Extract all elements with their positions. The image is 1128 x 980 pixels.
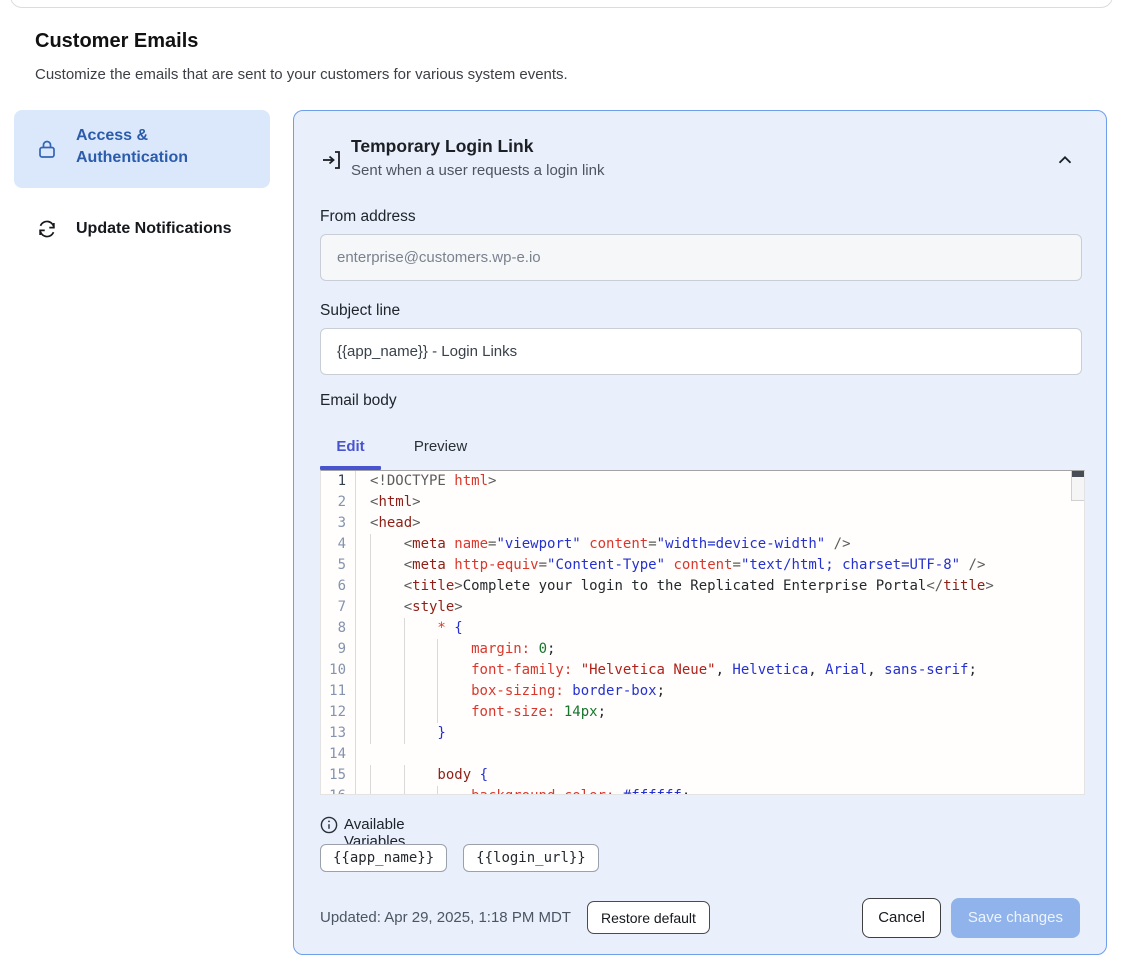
sidebar-item-label: Access & Authentication [76,125,256,170]
code-line: 7<style> [321,597,1084,618]
line-number: 8 [321,618,356,639]
line-number: 3 [321,513,356,534]
tab-preview[interactable]: Preview [403,427,478,466]
line-number: 4 [321,534,356,555]
variable-chip[interactable]: {{login_url}} [463,844,599,872]
code-line: 14 [321,744,1084,765]
from-address-input[interactable] [320,234,1082,281]
refresh-icon [36,218,58,240]
email-body-label: Email body [320,392,397,410]
page-title: Customer Emails [35,30,198,53]
cancel-button[interactable]: Cancel [862,898,941,938]
save-changes-button[interactable]: Save changes [951,898,1080,938]
tab-edit[interactable]: Edit [320,427,381,466]
page-description: Customize the emails that are sent to yo… [35,66,568,83]
variable-chip[interactable]: {{app_name}} [320,844,447,872]
sidebar-item-update-notifications[interactable]: Update Notifications [14,201,270,257]
panel-footer: Updated: Apr 29, 2025, 1:18 PM MDT Resto… [320,897,1080,938]
code-line: 5<meta http-equiv="Content-Type" content… [321,555,1084,576]
email-body-tabs: Edit Preview [320,427,478,466]
line-number: 12 [321,702,356,723]
code-line: 12font-size: 14px; [321,702,1084,723]
editor-scrollbar[interactable] [1071,471,1084,501]
code-line: 8* { [321,618,1084,639]
line-number: 5 [321,555,356,576]
code-line: 13} [321,723,1084,744]
code-lines: 1<!DOCTYPE html>2<html>3<head>4<meta nam… [321,471,1084,795]
email-body-code-editor[interactable]: 1<!DOCTYPE html>2<html>3<head>4<meta nam… [320,470,1085,795]
updated-timestamp: Updated: Apr 29, 2025, 1:18 PM MDT [320,909,571,926]
sidebar-item-access-authentication[interactable]: Access & Authentication [14,110,270,188]
line-number: 16 [321,786,356,795]
line-number: 14 [321,744,356,765]
code-line: 3<head> [321,513,1084,534]
line-number: 11 [321,681,356,702]
line-number: 1 [321,471,356,492]
code-line: 10font-family: "Helvetica Neue", Helveti… [321,660,1084,681]
code-line: 16background-color: #ffffff; [321,786,1084,795]
panel-title: Temporary Login Link [351,136,533,157]
login-icon [320,148,344,172]
line-number: 7 [321,597,356,618]
subject-line-input[interactable] [320,328,1082,375]
line-number: 15 [321,765,356,786]
code-line: 11box-sizing: border-box; [321,681,1084,702]
panel-subtitle: Sent when a user requests a login link [351,162,604,179]
code-line: 9margin: 0; [321,639,1084,660]
scrollbar-thumb[interactable] [1072,471,1084,477]
temporary-login-link-panel: Temporary Login Link Sent when a user re… [293,110,1107,955]
sidebar-item-label: Update Notifications [76,218,232,240]
code-line: 6<title>Complete your login to the Repli… [321,576,1084,597]
line-number: 6 [321,576,356,597]
subject-line-label: Subject line [320,302,400,320]
restore-default-button[interactable]: Restore default [587,901,710,934]
code-line: 15body { [321,765,1084,786]
variable-chips: {{app_name}} {{login_url}} [320,844,599,872]
chevron-up-icon[interactable] [1054,147,1080,173]
code-line: 1<!DOCTYPE html> [321,471,1084,492]
line-number: 13 [321,723,356,744]
code-line: 2<html> [321,492,1084,513]
line-number: 9 [321,639,356,660]
line-number: 10 [321,660,356,681]
from-address-label: From address [320,208,416,226]
line-number: 2 [321,492,356,513]
code-line: 4<meta name="viewport" content="width=de… [321,534,1084,555]
info-icon [320,816,338,834]
previous-card-remnant [10,0,1113,8]
lock-icon [36,138,58,160]
